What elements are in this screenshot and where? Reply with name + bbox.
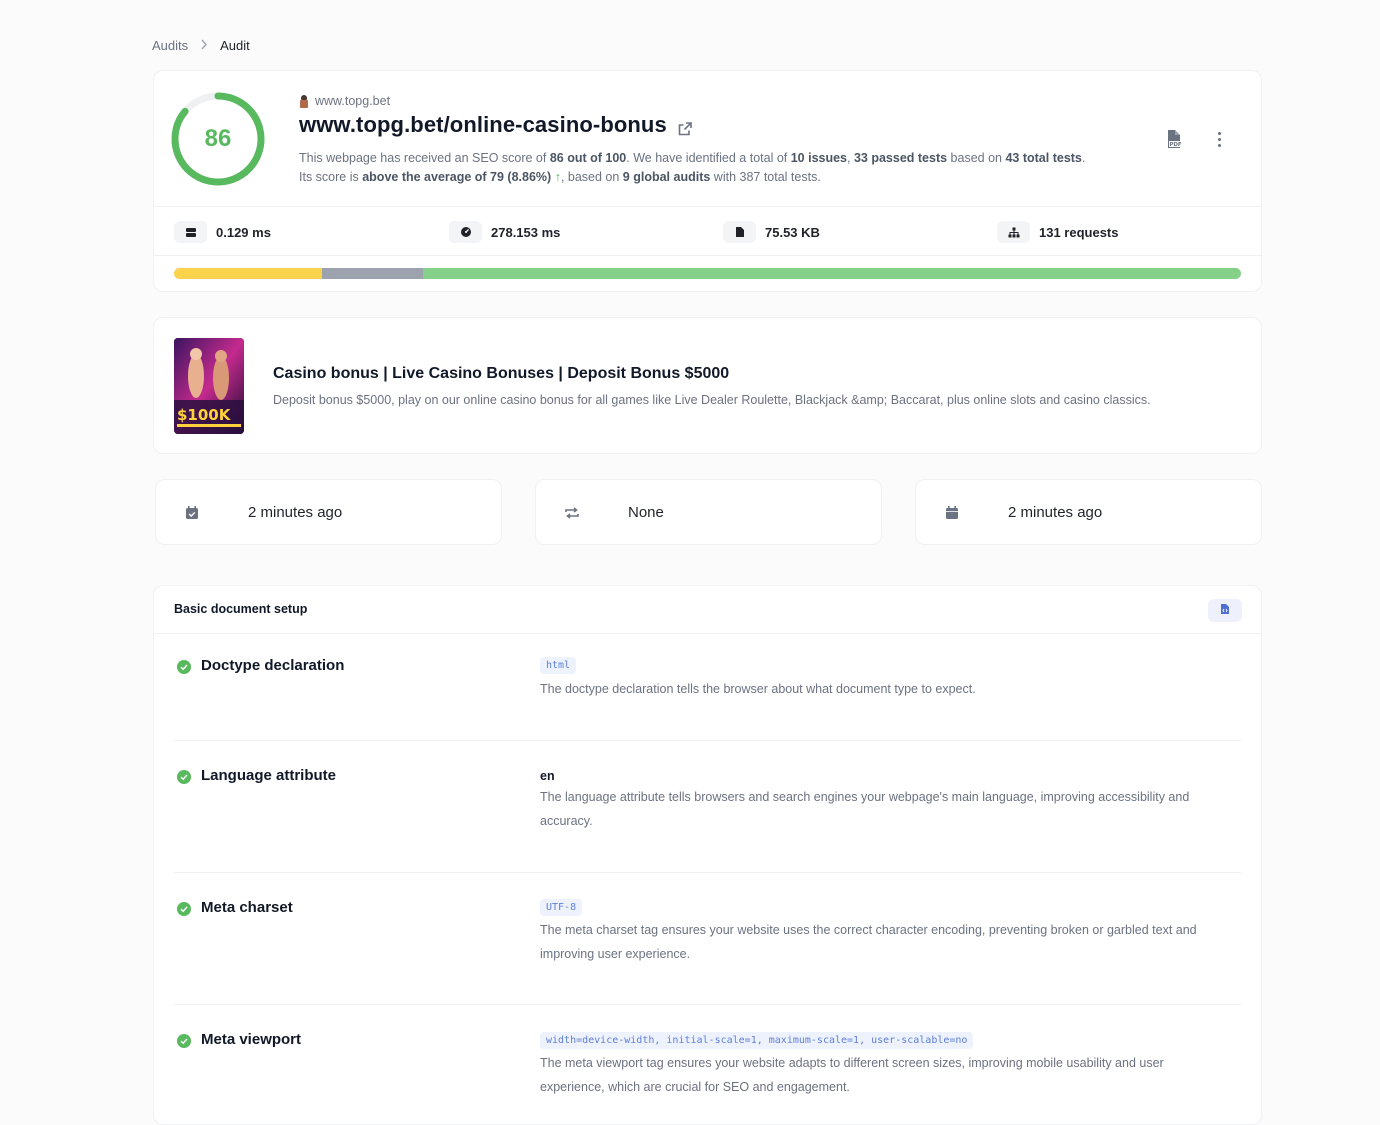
page-preview-image: $100K bbox=[174, 338, 244, 434]
check-passed-icon bbox=[177, 660, 191, 674]
progress-segment-passed bbox=[422, 268, 1241, 279]
page-url-text: www.topg.bet/online-casino-bonus bbox=[299, 112, 667, 137]
breadcrumb: Audits Audit bbox=[152, 38, 250, 53]
site-domain: www.topg.bet bbox=[299, 94, 390, 108]
check-description: The doctype declaration tells the browse… bbox=[540, 682, 976, 696]
progress-segment-warnings bbox=[174, 268, 323, 279]
check-doctype: Doctype declaration html The doctype dec… bbox=[174, 635, 1241, 741]
site-favicon-icon bbox=[299, 94, 310, 108]
calendar-check-icon bbox=[183, 504, 201, 522]
page-meta-card: $100K Casino bonus | Live Casino Bonuses… bbox=[153, 317, 1262, 454]
meta-description: Deposit bonus $5000, play on our online … bbox=[273, 393, 1151, 407]
chevron-right-icon bbox=[200, 39, 208, 53]
preview-prize-text: $100K bbox=[177, 406, 232, 424]
metric-requests: 131 requests bbox=[997, 221, 1119, 243]
info-interval-text: None bbox=[628, 504, 664, 521]
check-description: The meta charset tag ensures your websit… bbox=[540, 923, 1197, 961]
calendar-icon bbox=[943, 504, 961, 522]
repeat-icon bbox=[563, 504, 581, 522]
code-file-icon bbox=[1220, 602, 1230, 620]
info-card-updated: 2 minutes ago bbox=[915, 479, 1262, 545]
performance-metrics: 0.129 ms 278.153 ms 75.53 KB 131 request… bbox=[154, 206, 1261, 256]
external-link-icon[interactable] bbox=[677, 117, 693, 136]
info-created-text: 2 minutes ago bbox=[248, 504, 343, 521]
info-card-interval: None bbox=[535, 479, 882, 545]
check-description: The language attribute tells browsers an… bbox=[540, 790, 1190, 828]
metric-server-time: 0.129 ms bbox=[174, 221, 271, 243]
pdf-export-icon[interactable]: PDF bbox=[1163, 128, 1185, 150]
sitemap-icon bbox=[997, 221, 1030, 243]
check-value: html bbox=[540, 657, 577, 674]
basic-document-setup-section: Basic document setup Doctype declaration… bbox=[153, 585, 1262, 1125]
check-meta-viewport: Meta viewport width=device-width, initia… bbox=[174, 1005, 1241, 1125]
check-description: The meta viewport tag ensures your websi… bbox=[540, 1056, 1164, 1094]
results-progress-bar bbox=[174, 268, 1241, 279]
check-value: en bbox=[540, 769, 555, 783]
check-language: Language attribute en The language attri… bbox=[174, 741, 1241, 873]
page-url: www.topg.bet/online-casino-bonus bbox=[299, 112, 693, 138]
site-domain-text: www.topg.bet bbox=[315, 94, 391, 108]
section-header: Basic document setup bbox=[154, 586, 1261, 634]
section-title: Basic document setup bbox=[174, 602, 308, 616]
check-name: Meta charset bbox=[201, 899, 293, 916]
check-value: width=device-width, initial-scale=1, max… bbox=[540, 1032, 974, 1049]
more-options-icon[interactable] bbox=[1209, 128, 1229, 150]
audit-summary-card: 86 www.topg.bet www.topg.bet/online-casi… bbox=[153, 70, 1262, 292]
file-icon bbox=[723, 221, 756, 243]
check-passed-icon bbox=[177, 1034, 191, 1048]
info-updated-text: 2 minutes ago bbox=[1008, 504, 1103, 521]
metric-load-time: 278.153 ms bbox=[449, 221, 560, 243]
audit-page: Audits Audit 86 www.topg.bet www.topg.be… bbox=[0, 0, 1380, 1125]
breadcrumb-current: Audit bbox=[220, 38, 250, 53]
info-card-created: 2 minutes ago bbox=[155, 479, 502, 545]
check-passed-icon bbox=[177, 770, 191, 784]
progress-segment-info bbox=[322, 268, 423, 279]
breadcrumb-audits-link[interactable]: Audits bbox=[152, 38, 188, 53]
score-value: 86 bbox=[204, 125, 232, 152]
audit-summary-text: This webpage has received an SEO score o… bbox=[299, 151, 1086, 184]
check-meta-charset: Meta charset UTF-8 The meta charset tag … bbox=[174, 873, 1241, 1005]
check-name: Language attribute bbox=[201, 767, 337, 784]
score-gauge: 86 bbox=[170, 91, 266, 187]
svg-text:PDF: PDF bbox=[1169, 142, 1182, 148]
check-value: UTF-8 bbox=[540, 899, 583, 916]
section-export-button[interactable] bbox=[1208, 599, 1242, 622]
check-name: Doctype declaration bbox=[201, 657, 345, 674]
check-passed-icon bbox=[177, 902, 191, 916]
meta-title: Casino bonus | Live Casino Bonuses | Dep… bbox=[273, 365, 730, 382]
speedometer-icon bbox=[449, 221, 482, 243]
metric-page-size: 75.53 KB bbox=[723, 221, 820, 243]
server-icon bbox=[174, 221, 207, 243]
check-name: Meta viewport bbox=[201, 1031, 302, 1048]
